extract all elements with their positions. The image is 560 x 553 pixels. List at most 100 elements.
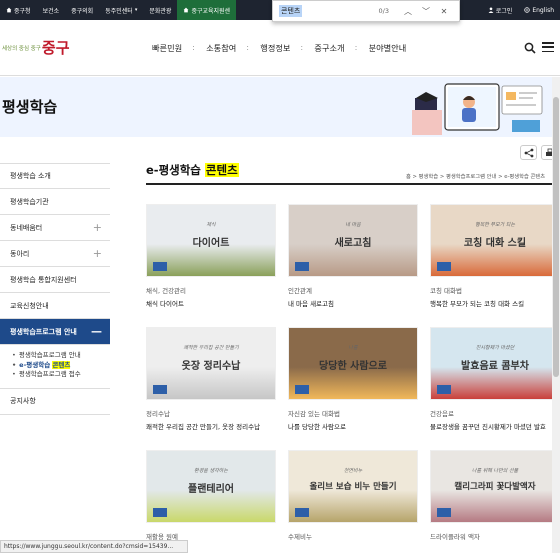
card-thumbnail-subtitle: 천연비누 [343, 468, 363, 474]
scrollbar[interactable] [552, 77, 560, 553]
sidebar-item-neighborhood[interactable]: 동네배움터 + [0, 215, 110, 241]
content-card[interactable]: 내 마음 새로고침 인간관계 내 마음 새로고침 [288, 204, 418, 308]
card-thumbnail-subtitle: 채식 [206, 222, 216, 228]
district-logo-icon [295, 508, 309, 517]
card-thumbnail-title: 당당한 사람으로 [319, 361, 387, 372]
find-input[interactable]: 콘텐츠 [279, 5, 303, 17]
card-thumbnail[interactable]: 나를당당한 사람으로 [288, 327, 418, 400]
card-thumbnail-subtitle: 쾌적한 우리집 공간 만들기 [183, 345, 239, 351]
chevron-up-icon[interactable]: ︿ [399, 6, 417, 17]
submenu-program-apply[interactable]: 평생학습프로그램 접수 [12, 370, 110, 380]
page-banner: 평생학습 [0, 77, 552, 137]
topbar-link-health-center[interactable]: 보건소 [37, 0, 66, 20]
card-title[interactable]: 채식 다이어트 [146, 298, 276, 308]
district-logo-icon [295, 385, 309, 394]
find-bar: 콘텐츠 0/3 ︿ ﹀ ✕ [272, 0, 460, 22]
card-title[interactable]: 나를 당당한 사람으로 [288, 421, 418, 431]
topbar-right: 로그인 English [482, 0, 560, 20]
card-category: 채식, 건강관리 [146, 287, 187, 295]
card-thumbnail-title: 새로고침 [334, 238, 372, 249]
card-thumbnail-title: 다이어트 [192, 238, 230, 249]
topbar-link-council[interactable]: 중구의회 [65, 0, 99, 20]
topbar-link-education-support[interactable]: 중구교육지원센 [177, 0, 237, 20]
language-link[interactable]: English [518, 0, 560, 20]
sidebar-item-application[interactable]: 교육신청안내 [0, 293, 110, 319]
card-title[interactable]: 행복한 부모가 되는 코칭 대화 스킬 [430, 298, 560, 308]
breadcrumb: 홈 > 평생학습 > 평생학습프로그램 안내 > e-평생학습 콘텐츠 [406, 174, 546, 180]
card-title[interactable]: 물로장생을 꿈꾸던 진시황제가 마셨던 발효 [430, 421, 560, 431]
card-thumbnail[interactable]: 천연비누올리브 보습 비누 만들기 [288, 450, 418, 523]
share-button[interactable] [520, 145, 537, 160]
card-thumbnail-subtitle: 행복한 부모가 되는 [475, 222, 515, 228]
sidebar-item-intro[interactable]: 평생학습 소개 [0, 163, 110, 189]
card-thumbnail-title: 올리브 보습 비누 만들기 [309, 482, 397, 492]
card-thumbnail-title: 코칭 대화 스킬 [463, 238, 527, 249]
content-card[interactable]: 천연비누 올리브 보습 비누 만들기 수제비누 [288, 450, 418, 541]
chevron-down-icon[interactable]: ﹀ [417, 6, 435, 17]
card-thumbnail[interactable]: 환경을 생각하는 플랜테리어 [146, 450, 276, 523]
topbar-link-culture-tourism[interactable]: 문화관광 [143, 0, 177, 20]
content-card[interactable]: 나를 당당한 사람으로 자신감 있는 대화법 나를 당당한 사람으로 [288, 327, 418, 431]
search-icon[interactable] [524, 42, 536, 54]
card-thumbnail[interactable]: 진시황제가 마셨던 발효음료 콤부차 [430, 327, 560, 400]
plus-icon[interactable]: + [93, 221, 102, 234]
topbar-link-community-center[interactable]: 동주민센터 ▾ [99, 0, 143, 20]
sidebar-submenu: 평생학습프로그램 안내 e-평생학습 콘텐츠 평생학습프로그램 접수 [0, 345, 110, 389]
sidebar-item-support-center[interactable]: 평생학습 통합지원센터 [0, 267, 110, 293]
content-card[interactable]: 진시황제가 마셨던 발효음료 콤부차건강음료물로장생을 꿈꾸던 진시황제가 마셨던… [430, 327, 560, 431]
sidebar-item-institutions[interactable]: 평생학습기관 [0, 189, 110, 215]
content-card[interactable]: 쾌적한 우리집 공간 만들기 옷장 정리수납 정리수납 쾌적한 우리집 공간 만들기,… [146, 327, 276, 431]
card-title[interactable]: 내 마음 새로고침 [288, 298, 418, 308]
card-thumbnail-title: 옷장 정리수납 [181, 361, 241, 372]
home-icon [184, 7, 189, 13]
content-card[interactable]: 나를 위해 나만의 선물 캘리그라피 꽃다발액자드라이플라워 액자 [430, 450, 560, 541]
nav-quick-service[interactable]: 빠른민원 [140, 42, 194, 54]
home-icon [6, 7, 12, 13]
card-thumbnail[interactable]: 나를 위해 나만의 선물 캘리그라피 꽃다발액자 [430, 450, 560, 523]
education-illustration [412, 83, 543, 135]
card-thumbnail-subtitle: 환경을 생각하는 [194, 468, 228, 474]
sidebar-item-notice[interactable]: 공지사항 [0, 389, 110, 415]
scrollbar-thumb[interactable] [553, 97, 559, 377]
card-thumbnail[interactable]: 행복한 부모가 되는코칭 대화 스킬 [430, 204, 560, 277]
login-link[interactable]: 로그인 [482, 0, 519, 20]
sidebar-item-programs[interactable]: 평생학습프로그램 안내 — [0, 319, 110, 345]
logo-mark: 중구 [41, 39, 70, 57]
minus-icon[interactable]: — [91, 325, 102, 338]
nav-participation[interactable]: 소통참여 [192, 42, 248, 54]
content-card[interactable]: 환경을 생각하는 플랜테리어 재활용 원예 [146, 450, 276, 541]
content-card[interactable]: 채식 다이어트 채식, 건강관리 채식 다이어트 [146, 204, 276, 308]
submenu-e-learning[interactable]: e-평생학습 콘텐츠 [12, 360, 110, 371]
content-card[interactable]: 행복한 부모가 되는 코칭 대화 스킬 코칭 대화법 행복한 부모가 되는 코칭 대화… [430, 204, 560, 308]
hamburger-menu-icon[interactable] [542, 42, 554, 52]
card-title[interactable]: 쾌적한 우리집 공간 만들기, 옷장 정리수납 [146, 421, 276, 431]
close-icon[interactable]: ✕ [435, 7, 453, 16]
district-logo-icon [153, 262, 167, 271]
card-thumbnail[interactable]: 쾌적한 우리집 공간 만들기옷장 정리수납 [146, 327, 276, 400]
card-category: 코칭 대화법 [430, 287, 462, 295]
district-logo-icon [437, 508, 451, 517]
card-category: 자신감 있는 대화법 [288, 410, 340, 418]
district-logo-icon [295, 262, 309, 271]
card-thumbnail-subtitle: 나를 [348, 345, 358, 351]
card-category: 드라이플라워 액자 [430, 533, 480, 541]
submenu-program-info[interactable]: 평생학습프로그램 안내 [12, 351, 110, 361]
card-thumbnail-title: 발효음료 콤부차 [461, 361, 529, 372]
plus-icon[interactable]: + [93, 247, 102, 260]
topbar-link-district-office[interactable]: 중구청 [0, 0, 37, 20]
card-thumbnail[interactable]: 채식다이어트 [146, 204, 276, 277]
card-category: 건강음료 [430, 410, 454, 418]
nav-admin-info[interactable]: 행정정보 [246, 42, 302, 54]
nav-about[interactable]: 중구소개 [300, 42, 356, 54]
main-nav: 빠른민원 소통참여 행정정보 중구소개 분야별안내 [140, 42, 418, 54]
card-thumbnail[interactable]: 내 마음 새로고침 [288, 204, 418, 277]
sidebar-item-clubs[interactable]: 동아리 + [0, 241, 110, 267]
globe-icon [524, 7, 531, 13]
district-logo-icon [437, 262, 451, 271]
chevron-down-icon: ▾ [134, 7, 138, 13]
district-logo-icon [153, 508, 167, 517]
district-logo-icon [153, 385, 167, 394]
nav-by-field[interactable]: 분야별안내 [355, 42, 419, 54]
site-header: 세상의 중심 중구 중구 빠른민원 소통참여 행정정보 중구소개 분야별안내 [0, 20, 560, 76]
site-logo[interactable]: 세상의 중심 중구 중구 [2, 37, 70, 58]
